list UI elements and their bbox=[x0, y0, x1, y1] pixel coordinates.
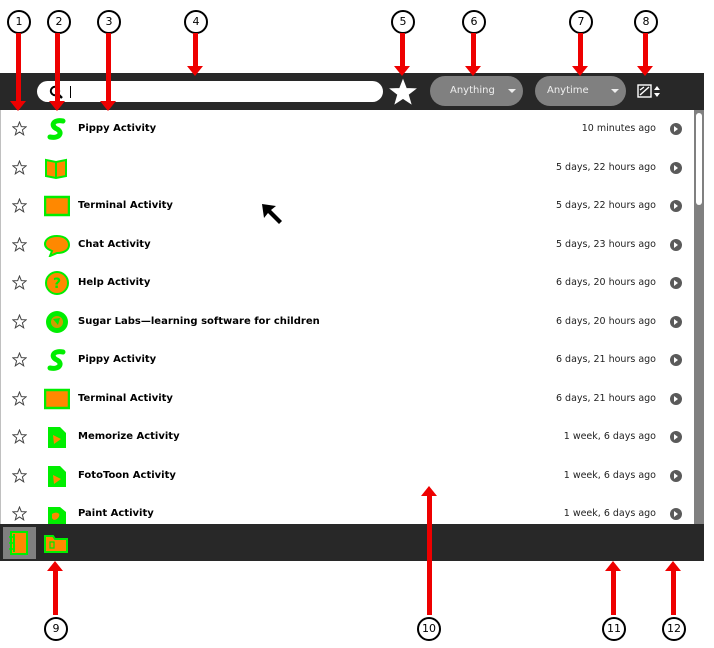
journal-entry-list[interactable]: Pippy Activity 10 minutes ago 5 days, 22… bbox=[0, 110, 694, 524]
chat-icon[interactable] bbox=[44, 233, 70, 257]
entry-date: 6 days, 20 hours ago bbox=[555, 277, 656, 288]
list-item[interactable]: Pippy Activity 10 minutes ago bbox=[1, 110, 694, 148]
favorite-star-icon[interactable] bbox=[12, 352, 27, 367]
callout-12: 12 bbox=[662, 617, 686, 641]
details-arrow-icon[interactable] bbox=[670, 431, 682, 443]
entry-title[interactable]: Sugar Labs—learning software for childre… bbox=[78, 303, 320, 341]
callout-6: 6 bbox=[462, 10, 486, 34]
list-item[interactable]: Sugar Labs—learning software for childre… bbox=[1, 303, 694, 341]
details-arrow-icon[interactable] bbox=[670, 200, 682, 212]
entry-title[interactable]: Paint Activity bbox=[78, 495, 154, 524]
entry-date: 5 days, 22 hours ago bbox=[555, 200, 656, 211]
details-arrow-icon[interactable] bbox=[670, 392, 682, 405]
favorites-filter-star-icon[interactable] bbox=[389, 78, 417, 106]
pippy-icon[interactable] bbox=[44, 348, 70, 372]
svg-text:?: ? bbox=[53, 276, 61, 292]
entry-date: 5 days, 23 hours ago bbox=[555, 238, 656, 250]
callout-4: 4 bbox=[184, 10, 208, 34]
entry-date: 5 days, 22 hours ago bbox=[555, 161, 656, 173]
callout-9: 9 bbox=[44, 617, 68, 641]
entry-date: 6 days, 20 hours ago bbox=[555, 315, 656, 327]
list-item[interactable]: 5 days, 22 hours ago bbox=[1, 149, 694, 187]
paint-icon[interactable] bbox=[44, 502, 70, 524]
entry-date: 1 week, 6 days ago bbox=[563, 469, 656, 481]
details-arrow-icon[interactable] bbox=[670, 315, 682, 328]
entry-date: 1 week, 6 days ago bbox=[563, 508, 656, 519]
browse-icon[interactable] bbox=[44, 310, 70, 334]
callout-7: 7 bbox=[569, 10, 593, 34]
entry-title[interactable]: Pippy Activity bbox=[78, 110, 156, 148]
entry-title[interactable]: Memorize Activity bbox=[78, 418, 180, 456]
favorite-star-icon[interactable] bbox=[12, 390, 27, 406]
favorite-star-icon[interactable] bbox=[12, 198, 27, 213]
details-arrow-icon[interactable] bbox=[670, 508, 682, 520]
bottom-tray bbox=[0, 524, 704, 561]
sort-view-icon[interactable] bbox=[637, 82, 663, 100]
details-arrow-icon[interactable] bbox=[670, 469, 682, 482]
favorite-star-icon[interactable] bbox=[12, 236, 27, 252]
list-item[interactable]: Chat Activity 5 days, 23 hours ago bbox=[1, 226, 694, 264]
time-filter-label: Anytime bbox=[547, 85, 589, 96]
list-item[interactable]: Terminal Activity 6 days, 21 hours ago bbox=[1, 380, 694, 418]
chevron-down-icon bbox=[508, 89, 516, 93]
type-filter-dropdown[interactable]: Anything bbox=[430, 76, 523, 106]
details-arrow-icon[interactable] bbox=[670, 123, 682, 135]
callout-5: 5 bbox=[391, 10, 415, 34]
list-item[interactable]: Memorize Activity 1 week, 6 days ago bbox=[1, 418, 694, 456]
list-item[interactable]: Pippy Activity 6 days, 21 hours ago bbox=[1, 341, 694, 379]
terminal-icon[interactable] bbox=[44, 194, 70, 218]
details-arrow-icon[interactable] bbox=[670, 277, 682, 289]
entry-date: 1 week, 6 days ago bbox=[563, 431, 656, 442]
entry-date: 10 minutes ago bbox=[581, 123, 656, 134]
callout-10: 10 bbox=[417, 617, 441, 641]
help-icon[interactable]: ? bbox=[44, 271, 70, 295]
list-item[interactable]: Paint Activity 1 week, 6 days ago bbox=[1, 495, 694, 524]
callout-1: 1 bbox=[7, 10, 31, 34]
entry-title[interactable]: FotoToon Activity bbox=[78, 457, 176, 495]
book-icon[interactable] bbox=[44, 156, 70, 180]
memorize-icon[interactable] bbox=[44, 425, 70, 449]
list-item[interactable]: Terminal Activity 5 days, 22 hours ago bbox=[1, 187, 694, 225]
journal-icon bbox=[9, 531, 28, 555]
entry-title[interactable]: Help Activity bbox=[78, 264, 150, 302]
scrollbar-thumb[interactable] bbox=[696, 113, 702, 205]
favorite-star-icon[interactable] bbox=[12, 121, 27, 136]
terminal-icon[interactable] bbox=[44, 387, 70, 411]
mouse-pointer-icon bbox=[262, 204, 282, 224]
favorite-star-icon[interactable] bbox=[12, 429, 27, 444]
favorite-star-icon[interactable] bbox=[12, 159, 27, 175]
search-input[interactable] bbox=[37, 81, 383, 102]
details-arrow-icon[interactable] bbox=[670, 238, 682, 251]
entry-date: 6 days, 21 hours ago bbox=[555, 354, 656, 365]
list-item[interactable]: ? Help Activity 6 days, 20 hours ago bbox=[1, 264, 694, 302]
callout-3: 3 bbox=[97, 10, 121, 34]
time-filter-dropdown[interactable]: Anytime bbox=[535, 76, 626, 106]
entry-title[interactable]: Terminal Activity bbox=[78, 380, 173, 418]
callout-11: 11 bbox=[602, 617, 626, 641]
text-cursor bbox=[70, 86, 71, 98]
type-filter-label: Anything bbox=[450, 85, 495, 96]
pippy-icon[interactable] bbox=[44, 117, 70, 141]
callout-8: 8 bbox=[634, 10, 658, 34]
details-arrow-icon[interactable] bbox=[670, 354, 682, 366]
callout-2: 2 bbox=[47, 10, 71, 34]
entry-title[interactable]: Chat Activity bbox=[78, 226, 151, 264]
favorite-star-icon[interactable] bbox=[12, 506, 27, 521]
details-arrow-icon[interactable] bbox=[670, 161, 682, 174]
favorite-star-icon[interactable] bbox=[12, 313, 27, 329]
entry-title[interactable]: Pippy Activity bbox=[78, 341, 156, 379]
chevron-down-icon bbox=[611, 89, 619, 93]
documents-folder-icon[interactable] bbox=[43, 532, 69, 554]
favorite-star-icon[interactable] bbox=[12, 467, 27, 483]
entry-date: 6 days, 21 hours ago bbox=[555, 392, 656, 404]
list-item[interactable]: FotoToon Activity 1 week, 6 days ago bbox=[1, 457, 694, 495]
favorite-star-icon[interactable] bbox=[12, 275, 27, 290]
entry-title[interactable]: Terminal Activity bbox=[78, 187, 173, 225]
fototoon-icon[interactable] bbox=[44, 464, 70, 488]
